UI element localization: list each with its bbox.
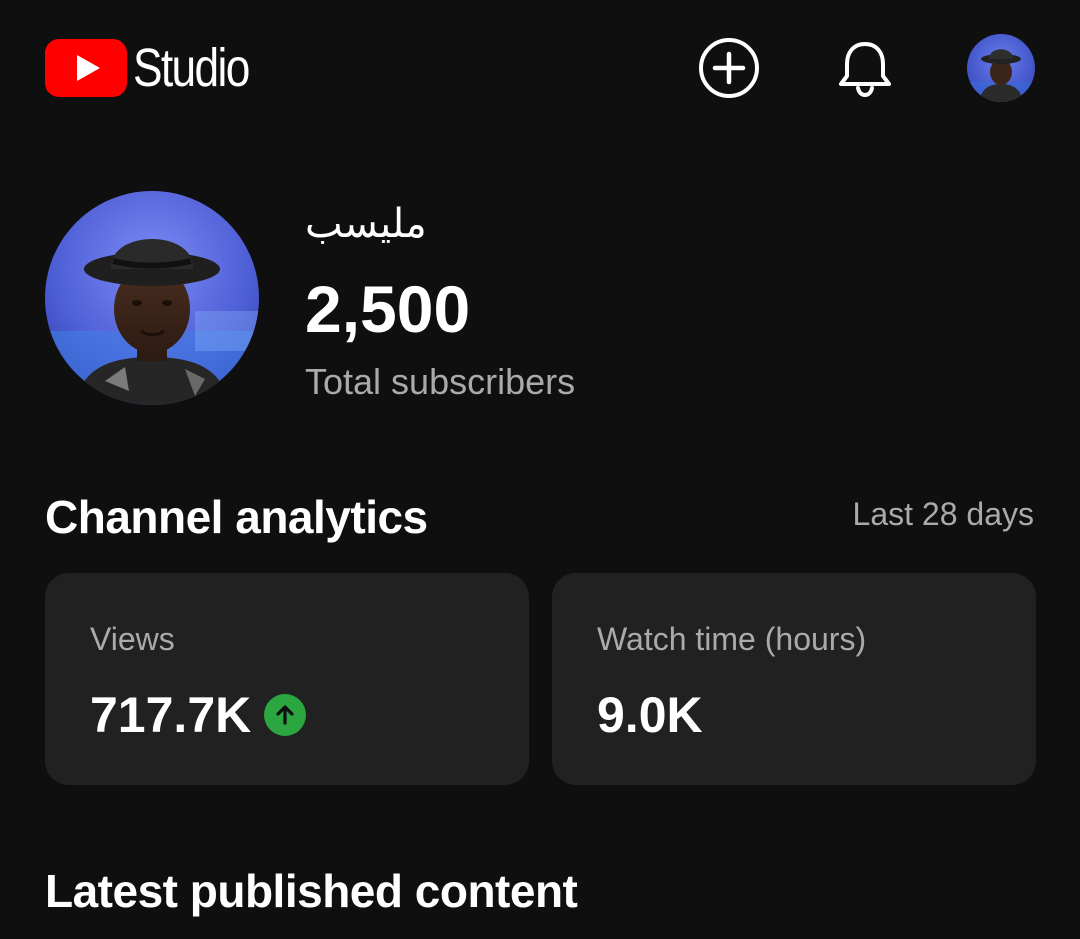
views-value: 717.7K — [90, 687, 252, 743]
analytics-period: Last 28 days — [852, 496, 1034, 532]
subscriber-label: Total subscribers — [305, 361, 576, 402]
account-avatar[interactable] — [967, 34, 1035, 102]
app-name: Studio — [133, 38, 250, 98]
create-plus-icon — [699, 38, 759, 98]
create-button[interactable] — [697, 36, 761, 100]
trend-up-icon — [264, 694, 307, 736]
views-card[interactable]: Views 717.7K — [45, 573, 529, 785]
channel-analytics-title: Channel analytics — [45, 491, 428, 543]
studio-logo[interactable]: Studio — [45, 36, 274, 100]
channel-name: مليسب — [305, 201, 427, 247]
youtube-logo-icon — [45, 39, 127, 97]
watch-time-value: 9.0K — [597, 687, 703, 743]
views-label: Views — [90, 621, 175, 657]
notifications-button[interactable] — [833, 36, 897, 100]
account-avatar-image — [967, 34, 1035, 102]
bell-icon — [839, 42, 891, 98]
latest-content-title: Latest published content — [45, 865, 578, 917]
channel-avatar[interactable] — [45, 191, 259, 405]
watch-time-card[interactable]: Watch time (hours) 9.0K — [552, 573, 1036, 785]
watch-time-value-row: 9.0K — [597, 690, 703, 740]
views-value-row: 717.7K — [90, 687, 307, 743]
watch-time-label: Watch time (hours) — [597, 621, 867, 657]
channel-avatar-image — [45, 191, 259, 405]
subscriber-count: 2,500 — [305, 272, 471, 346]
